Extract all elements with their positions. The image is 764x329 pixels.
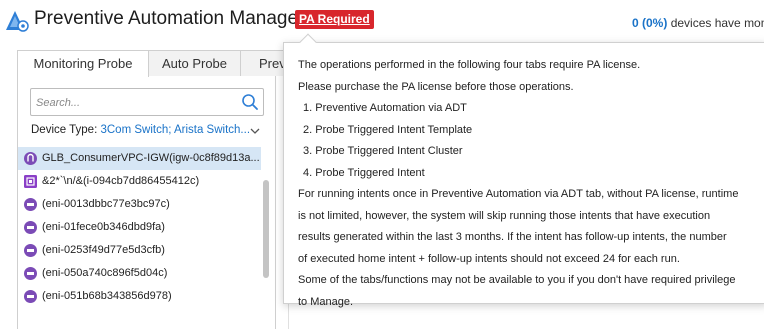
tooltip-line: Some of the tabs/functions may not be av… <box>298 274 736 286</box>
chevron-down-icon[interactable] <box>250 127 260 135</box>
device-monitor-status: 0 (0%) devices have monitor <box>632 16 764 30</box>
device-name: GLB_ConsumerVPC-IGW(igw-0c8f89d13a... <box>42 152 260 164</box>
device-row[interactable]: (eni-051b68b343856d978) <box>18 285 261 308</box>
device-row[interactable]: (eni-0013dbbc77e3bc97c) <box>18 193 261 216</box>
tooltip-line: to Manage. <box>298 295 354 308</box>
instance-icon <box>24 175 37 188</box>
device-type-value[interactable]: 3Com Switch; Arista Switch... <box>100 124 250 136</box>
device-count-link[interactable]: 0 (0%) <box>632 16 667 30</box>
tooltip-list-item: 3. Probe Triggered Intent Cluster <box>303 145 463 157</box>
eni-icon <box>24 244 37 257</box>
tooltip-line: is not limited, however, the system will… <box>298 209 711 222</box>
device-name: (eni-050a740c896f5d04c) <box>42 267 168 279</box>
pa-license-tooltip: The operations performed in the followin… <box>283 33 764 308</box>
device-panel: Device Type: 3Com Switch; Arista Switch.… <box>17 76 276 329</box>
tooltip-list-item: 1. Preventive Automation via ADT <box>303 102 467 114</box>
search-box <box>30 88 264 116</box>
device-type-filter[interactable]: Device Type: 3Com Switch; Arista Switch.… <box>31 124 250 136</box>
search-input[interactable] <box>36 94 226 111</box>
tooltip-line: of executed home intent + follow-up inte… <box>298 252 680 265</box>
automation-manager-icon <box>6 11 29 32</box>
header: Preventive Automation Manager PA Require… <box>0 0 764 42</box>
tooltip-body: The operations performed in the followin… <box>298 55 758 313</box>
device-row[interactable]: (eni-01fece0b346dbd9fa) <box>18 216 261 239</box>
tooltip-line: Please purchase the PA license before th… <box>298 80 574 93</box>
device-row[interactable]: (eni-050a740c896f5d04c) <box>18 262 261 285</box>
eni-icon <box>24 267 37 280</box>
device-name: (eni-0013dbbc77e3bc97c) <box>42 198 170 210</box>
tab-auto-probe[interactable]: Auto Probe <box>148 50 241 76</box>
tab-monitoring-probe[interactable]: Monitoring Probe <box>17 50 149 77</box>
device-row[interactable]: &2*`\n/&(i-094cb7dd86455412c) <box>18 170 261 193</box>
eni-icon <box>24 198 37 211</box>
device-row[interactable]: (eni-0253f49d77e5d3cfb) <box>18 239 261 262</box>
tooltip-line: results generated within the last 3 mont… <box>298 231 727 243</box>
eni-icon <box>24 290 37 303</box>
search-icon[interactable] <box>241 93 259 111</box>
device-list-scrollbar[interactable] <box>263 180 269 278</box>
device-status-text: devices have monitor <box>670 16 764 30</box>
device-row[interactable]: GLB_ConsumerVPC-IGW(igw-0c8f89d13a... <box>18 147 261 170</box>
device-name: (eni-051b68b343856d978) <box>42 290 172 302</box>
gateway-icon <box>24 152 37 165</box>
tooltip-line: For running intents once in Preventive A… <box>298 188 739 200</box>
device-list: GLB_ConsumerVPC-IGW(igw-0c8f89d13a... &2… <box>18 147 266 308</box>
device-name: &2*`\n/&(i-094cb7dd86455412c) <box>42 175 200 187</box>
tooltip-line: The operations performed in the followin… <box>298 59 641 71</box>
device-type-label: Device Type: <box>31 124 98 136</box>
device-name: (eni-0253f49d77e5d3cfb) <box>42 244 165 256</box>
tooltip-list-item: 2. Probe Triggered Intent Template <box>303 123 473 136</box>
tooltip-list-item: 4. Probe Triggered Intent <box>303 166 425 179</box>
eni-icon <box>24 221 37 234</box>
page-title: Preventive Automation Manager <box>34 8 305 29</box>
pa-required-badge[interactable]: PA Required <box>295 10 374 29</box>
device-name: (eni-01fece0b346dbd9fa) <box>42 221 165 233</box>
